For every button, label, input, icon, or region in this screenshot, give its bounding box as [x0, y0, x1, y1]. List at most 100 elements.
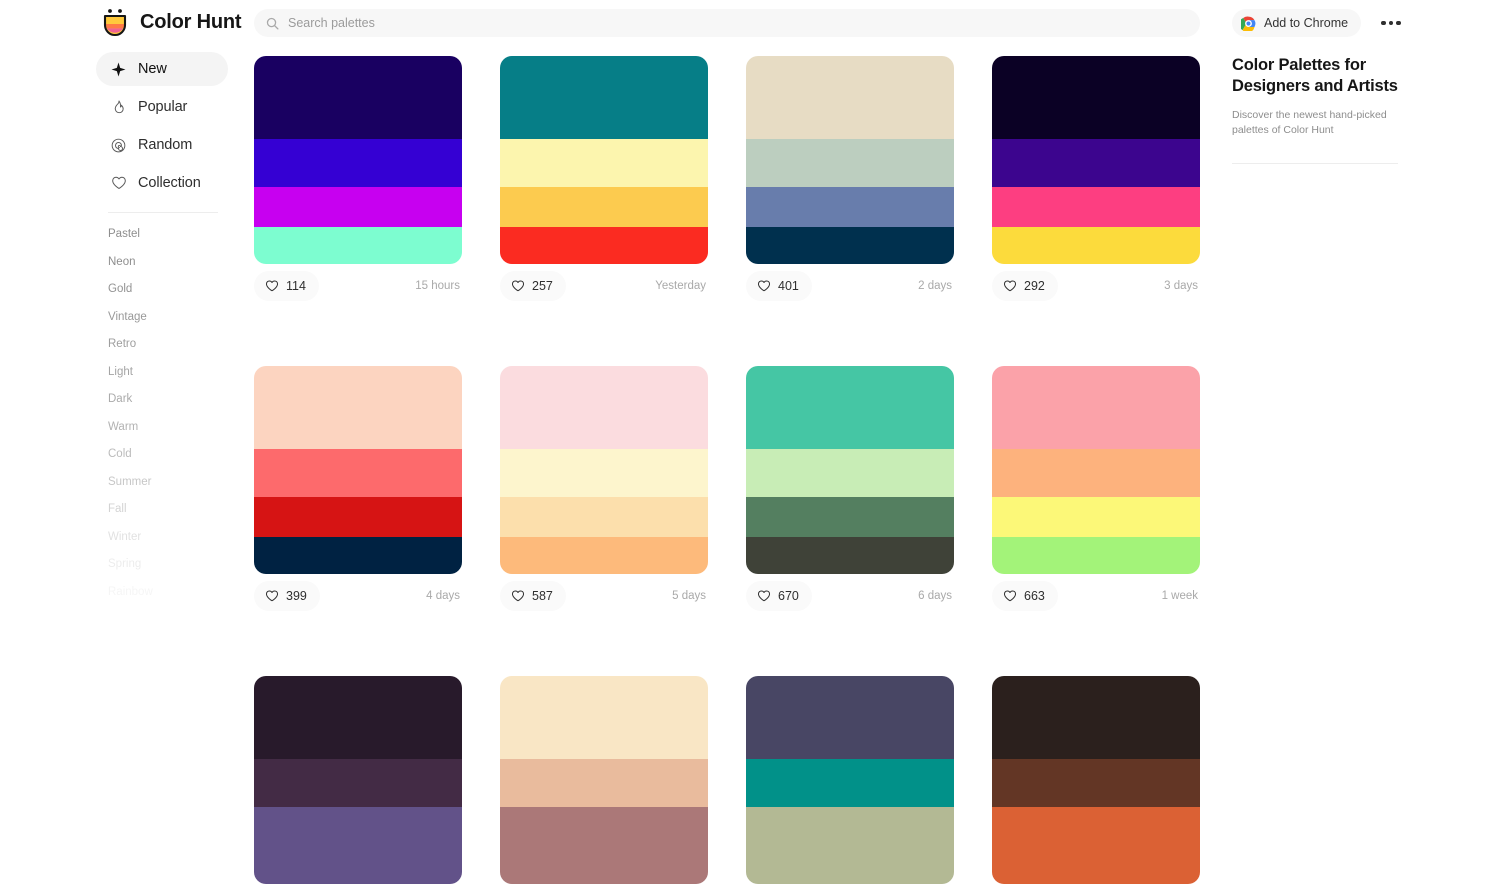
sidebar-tag-summer[interactable]: Summer	[108, 469, 228, 497]
sidebar-tag-rainbow[interactable]: Rainbow	[108, 579, 228, 607]
color-swatch[interactable]	[992, 846, 1200, 884]
sidebar-tag-spring[interactable]: Spring	[108, 551, 228, 579]
palette-swatches[interactable]	[992, 366, 1200, 574]
color-swatch[interactable]	[746, 56, 954, 140]
color-swatch[interactable]	[500, 846, 708, 884]
palette-card[interactable]: 257 Yesterday	[500, 56, 708, 304]
palette-swatches[interactable]	[254, 366, 462, 574]
color-swatch[interactable]	[500, 366, 708, 450]
palette-swatches[interactable]	[500, 676, 708, 884]
color-swatch[interactable]	[500, 759, 708, 808]
color-swatch[interactable]	[746, 449, 954, 498]
sidebar-tag-cold[interactable]: Cold	[108, 441, 228, 469]
color-swatch[interactable]	[254, 187, 462, 227]
color-swatch[interactable]	[746, 187, 954, 227]
sidebar-item-random[interactable]: Random	[96, 128, 228, 162]
palette-swatches[interactable]	[254, 56, 462, 264]
color-swatch[interactable]	[254, 56, 462, 140]
palette-card[interactable]	[992, 676, 1200, 884]
sidebar-item-popular[interactable]: Popular	[96, 90, 228, 124]
like-button[interactable]: 670	[746, 581, 812, 611]
color-swatch[interactable]	[746, 676, 954, 760]
more-menu-button[interactable]	[1378, 14, 1404, 32]
palette-swatches[interactable]	[254, 676, 462, 884]
brand-logo-link[interactable]: Color Hunt	[100, 7, 242, 37]
like-button[interactable]: 663	[992, 581, 1058, 611]
color-swatch[interactable]	[746, 366, 954, 450]
color-swatch[interactable]	[254, 366, 462, 450]
palette-swatches[interactable]	[992, 676, 1200, 884]
color-swatch[interactable]	[500, 497, 708, 537]
color-swatch[interactable]	[992, 449, 1200, 498]
like-button[interactable]: 587	[500, 581, 566, 611]
search-bar[interactable]	[254, 9, 1200, 37]
sidebar-tag-neon[interactable]: Neon	[108, 249, 228, 277]
palette-card[interactable]: 114 15 hours	[254, 56, 462, 304]
sidebar-tag-vintage[interactable]: Vintage	[108, 304, 228, 332]
palette-swatches[interactable]	[746, 676, 954, 884]
sidebar-tag-dark[interactable]: Dark	[108, 386, 228, 414]
color-swatch[interactable]	[254, 226, 462, 264]
like-button[interactable]: 114	[254, 271, 319, 301]
palette-card[interactable]: 587 5 days	[500, 366, 708, 614]
color-swatch[interactable]	[992, 56, 1200, 140]
color-swatch[interactable]	[254, 536, 462, 574]
color-swatch[interactable]	[992, 536, 1200, 574]
sidebar-tag-retro[interactable]: Retro	[108, 331, 228, 359]
color-swatch[interactable]	[992, 807, 1200, 847]
color-swatch[interactable]	[254, 676, 462, 760]
color-swatch[interactable]	[992, 226, 1200, 264]
color-swatch[interactable]	[992, 759, 1200, 808]
sidebar-tag-gold[interactable]: Gold	[108, 276, 228, 304]
color-swatch[interactable]	[500, 139, 708, 188]
palette-swatches[interactable]	[500, 366, 708, 574]
color-swatch[interactable]	[746, 807, 954, 847]
sidebar-tag-warm[interactable]: Warm	[108, 414, 228, 442]
color-swatch[interactable]	[254, 807, 462, 847]
like-button[interactable]: 401	[746, 271, 812, 301]
color-swatch[interactable]	[746, 226, 954, 264]
add-to-chrome-button[interactable]: Add to Chrome	[1232, 9, 1362, 37]
color-swatch[interactable]	[992, 497, 1200, 537]
color-swatch[interactable]	[746, 139, 954, 188]
palette-swatches[interactable]	[746, 366, 954, 574]
sidebar-tag-fall[interactable]: Fall	[108, 496, 228, 524]
color-swatch[interactable]	[992, 187, 1200, 227]
palette-card[interactable]: 399 4 days	[254, 366, 462, 614]
color-swatch[interactable]	[254, 449, 462, 498]
color-swatch[interactable]	[500, 449, 708, 498]
color-swatch[interactable]	[254, 139, 462, 188]
palette-card[interactable]	[500, 676, 708, 884]
palette-card[interactable]	[746, 676, 954, 884]
sidebar-tag-pastel[interactable]: Pastel	[108, 221, 228, 249]
palette-swatches[interactable]	[746, 56, 954, 264]
color-swatch[interactable]	[746, 536, 954, 574]
color-swatch[interactable]	[992, 366, 1200, 450]
like-button[interactable]: 257	[500, 271, 566, 301]
palette-card[interactable]: 670 6 days	[746, 366, 954, 614]
palette-card[interactable]: 663 1 week	[992, 366, 1200, 614]
color-swatch[interactable]	[992, 139, 1200, 188]
color-swatch[interactable]	[254, 759, 462, 808]
color-swatch[interactable]	[500, 807, 708, 847]
sidebar-item-collection[interactable]: Collection	[96, 166, 228, 200]
color-swatch[interactable]	[746, 759, 954, 808]
palette-swatches[interactable]	[992, 56, 1200, 264]
color-swatch[interactable]	[992, 676, 1200, 760]
sidebar-tag-light[interactable]: Light	[108, 359, 228, 387]
palette-card[interactable]: 292 3 days	[992, 56, 1200, 304]
palette-card[interactable]	[254, 676, 462, 884]
like-button[interactable]: 292	[992, 271, 1058, 301]
color-swatch[interactable]	[500, 536, 708, 574]
color-swatch[interactable]	[500, 226, 708, 264]
palette-swatches[interactable]	[500, 56, 708, 264]
color-swatch[interactable]	[500, 56, 708, 140]
sidebar-tag-winter[interactable]: Winter	[108, 524, 228, 552]
search-input[interactable]	[288, 16, 1188, 30]
color-swatch[interactable]	[254, 846, 462, 884]
sidebar-item-new[interactable]: New	[96, 52, 228, 86]
like-button[interactable]: 399	[254, 581, 320, 611]
color-swatch[interactable]	[500, 676, 708, 760]
color-swatch[interactable]	[746, 497, 954, 537]
color-swatch[interactable]	[746, 846, 954, 884]
